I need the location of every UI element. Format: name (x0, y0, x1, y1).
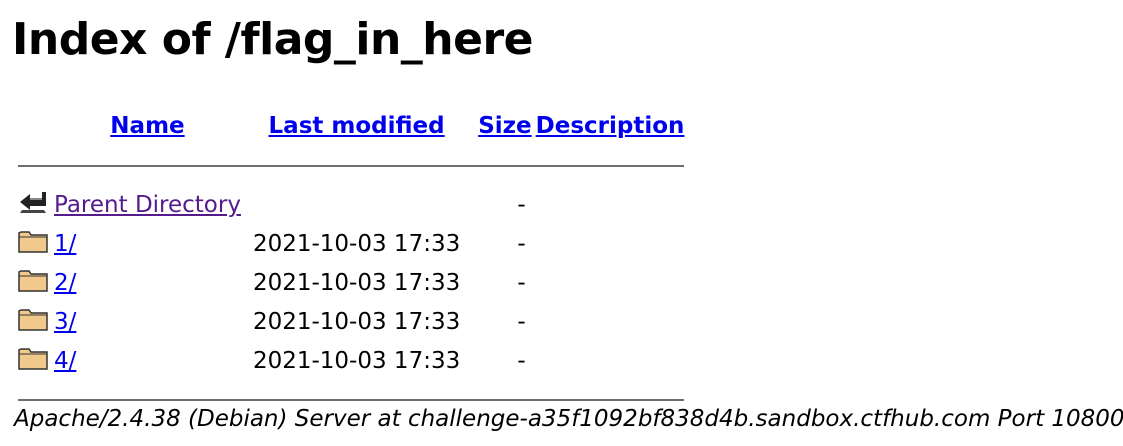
back-icon (18, 189, 48, 221)
file-listing-table: Name Last modified Size Description Pare… (14, 106, 688, 419)
description-cell (536, 185, 685, 224)
header-divider-row (18, 146, 685, 185)
last-modified-cell: 2021-10-03 17:33 (252, 347, 461, 374)
last-modified-cell: 2021-10-03 17:33 (252, 230, 461, 257)
last-modified-cell: 2021-10-03 17:33 (252, 269, 461, 296)
icon-column-header (18, 106, 50, 146)
last-modified-column-header: Last modified (251, 106, 474, 146)
folder-link[interactable]: 4/ (54, 348, 76, 374)
parent-directory-link[interactable]: Parent Directory (54, 192, 241, 218)
folder-icon (18, 306, 48, 338)
table-row: 4/ 2021-10-03 17:33 - (18, 341, 684, 380)
table-row: 3/ 2021-10-03 17:33 - (18, 302, 684, 341)
footer-divider (18, 398, 685, 401)
size-cell: - (517, 230, 526, 257)
server-signature: Apache/2.4.38 (Debian) Server at challen… (14, 406, 1123, 432)
table-row: 1/ 2021-10-03 17:33 - (18, 224, 684, 263)
folder-icon (18, 345, 48, 377)
directory-listing-page: Index of /flag_in_here Name Last modifie… (0, 0, 1123, 446)
description-cell (536, 263, 685, 302)
folder-icon (18, 228, 48, 260)
size-cell: - (517, 308, 526, 335)
folder-link[interactable]: 3/ (54, 309, 76, 335)
size-cell: - (517, 191, 526, 218)
description-cell (536, 341, 685, 380)
table-header-row: Name Last modified Size Description (18, 106, 684, 146)
folder-link[interactable]: 1/ (54, 231, 76, 257)
table-row: 2/ 2021-10-03 17:33 - (18, 263, 684, 302)
sort-by-last-modified-link[interactable]: Last modified (269, 113, 445, 139)
table-row: Parent Directory - (18, 185, 684, 224)
last-modified-cell (251, 185, 474, 224)
sort-by-name-link[interactable]: Name (110, 113, 184, 139)
size-column-header: Size (478, 106, 531, 146)
page-title: Index of /flag_in_here (12, 14, 534, 65)
description-cell (536, 224, 685, 263)
name-column-header: Name (54, 106, 247, 146)
folder-link[interactable]: 2/ (54, 270, 76, 296)
sort-by-description-link[interactable]: Description (536, 113, 685, 139)
last-modified-cell: 2021-10-03 17:33 (252, 308, 461, 335)
folder-icon (18, 267, 48, 299)
description-cell (536, 302, 685, 341)
size-cell: - (517, 347, 526, 374)
sort-by-size-link[interactable]: Size (478, 113, 531, 139)
header-divider (18, 164, 685, 167)
size-cell: - (517, 269, 526, 296)
description-column-header: Description (536, 106, 685, 146)
